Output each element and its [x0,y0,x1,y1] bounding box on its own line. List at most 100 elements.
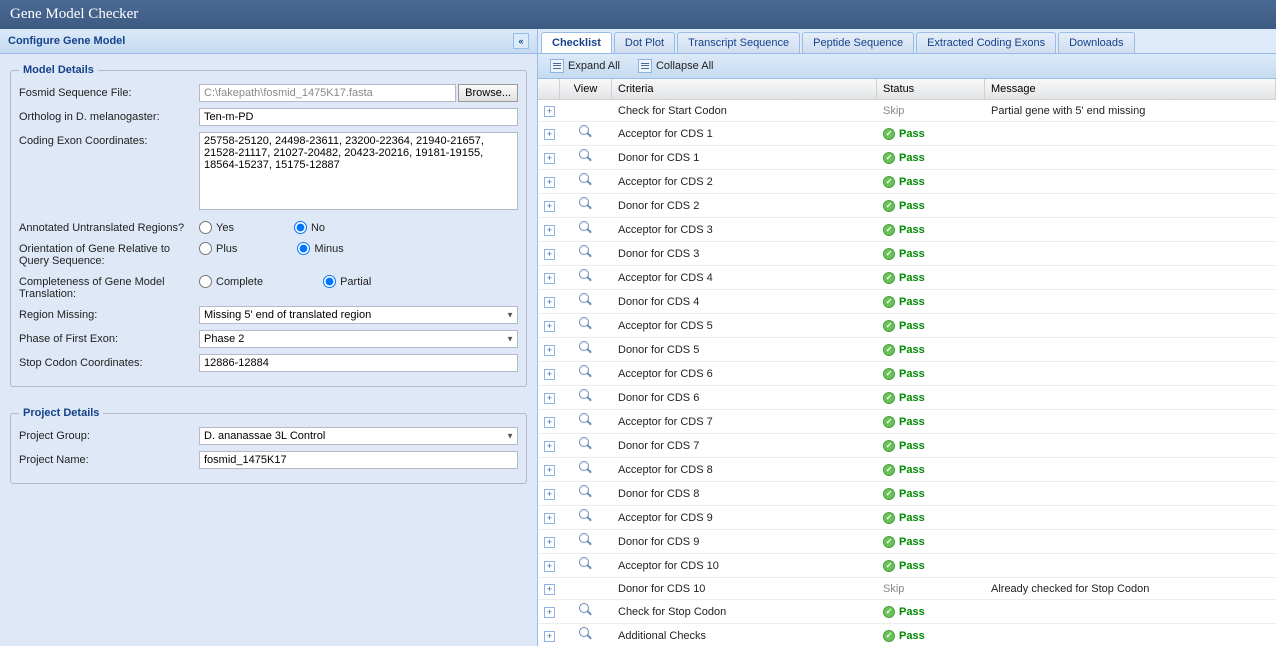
magnifier-icon[interactable] [579,461,593,475]
expand-row-icon[interactable]: + [544,561,555,572]
tab-extracted-coding-exons[interactable]: Extracted Coding Exons [916,32,1056,53]
collapse-all-button[interactable]: Collapse All [632,57,719,75]
criteria-cell: Acceptor for CDS 5 [612,317,877,335]
expand-row-icon[interactable]: + [544,513,555,524]
message-cell [985,467,1276,473]
checkmark-icon: ✓ [883,152,895,164]
magnifier-icon[interactable] [579,173,593,187]
projname-input[interactable] [199,451,518,469]
magnifier-icon[interactable] [579,197,593,211]
complete-complete-radio[interactable]: Complete [199,275,263,288]
tab-dot-plot[interactable]: Dot Plot [614,32,675,53]
tab-downloads[interactable]: Downloads [1058,32,1134,53]
magnifier-icon[interactable] [579,317,593,331]
magnifier-icon[interactable] [579,509,593,523]
checkmark-icon: ✓ [883,128,895,140]
expand-row-icon[interactable]: + [544,369,555,380]
status-cell: ✓Pass [877,149,985,167]
expand-row-icon[interactable]: + [544,441,555,452]
magnifier-icon[interactable] [579,269,593,283]
exon-textarea[interactable]: 25758-25120, 24498-23611, 23200-22364, 2… [199,132,518,210]
magnifier-icon[interactable] [579,389,593,403]
magnifier-icon[interactable] [579,533,593,547]
criteria-cell: Acceptor for CDS 1 [612,125,877,143]
criteria-cell: Check for Stop Codon [612,603,877,621]
expand-row-icon[interactable]: + [544,321,555,332]
grid-header-message[interactable]: Message [985,79,1276,99]
status-cell: ✓Pass [877,341,985,359]
phase-select[interactable]: Phase 2 [199,330,518,348]
magnifier-icon[interactable] [579,293,593,307]
magnifier-icon[interactable] [579,603,593,617]
magnifier-icon[interactable] [579,413,593,427]
expand-row-icon[interactable]: + [544,417,555,428]
magnifier-icon[interactable] [579,485,593,499]
table-row: +Acceptor for CDS 6✓Pass [538,362,1276,386]
status-cell: ✓Pass [877,533,985,551]
browse-button[interactable]: Browse... [458,84,518,102]
status-cell: ✓Pass [877,221,985,239]
projname-label: Project Name: [19,451,199,466]
magnifier-icon[interactable] [579,149,593,163]
magnifier-icon[interactable] [579,557,593,571]
fosmid-file-input[interactable] [199,84,456,102]
tabs-bar: ChecklistDot PlotTranscript SequencePept… [538,29,1276,54]
expand-row-icon[interactable]: + [544,631,555,642]
tab-transcript-sequence[interactable]: Transcript Sequence [677,32,800,53]
expand-row-icon[interactable]: + [544,177,555,188]
expand-row-icon[interactable]: + [544,345,555,356]
criteria-cell: Donor for CDS 10 [612,580,877,598]
expand-row-icon[interactable]: + [544,393,555,404]
group-select[interactable]: D. ananassae 3L Control [199,427,518,445]
expand-row-icon[interactable]: + [544,607,555,618]
expand-row-icon[interactable]: + [544,537,555,548]
model-details-fieldset: Model Details Fosmid Sequence File: Brow… [10,64,527,387]
complete-partial-radio[interactable]: Partial [323,275,371,288]
magnifier-icon[interactable] [579,341,593,355]
utr-yes-radio[interactable]: Yes [199,221,234,234]
criteria-cell: Donor for CDS 7 [612,437,877,455]
expand-row-icon[interactable]: + [544,489,555,500]
ortholog-input[interactable] [199,108,518,126]
expand-row-icon[interactable]: + [544,297,555,308]
criteria-cell: Donor for CDS 5 [612,341,877,359]
expand-row-icon[interactable]: + [544,201,555,212]
grid-header-criteria[interactable]: Criteria [612,79,877,99]
magnifier-icon[interactable] [579,627,593,641]
magnifier-icon[interactable] [579,221,593,235]
region-select[interactable]: Missing 5' end of translated region [199,306,518,324]
tab-checklist[interactable]: Checklist [541,32,612,53]
magnifier-icon[interactable] [579,125,593,139]
expand-row-icon[interactable]: + [544,249,555,260]
status-cell: ✓Pass [877,437,985,455]
tab-peptide-sequence[interactable]: Peptide Sequence [802,32,914,53]
expand-row-icon[interactable]: + [544,153,555,164]
expand-row-icon[interactable]: + [544,129,555,140]
expand-row-icon[interactable]: + [544,225,555,236]
magnifier-icon[interactable] [579,245,593,259]
expand-row-icon[interactable]: + [544,584,555,595]
collapse-left-button[interactable]: « [513,33,529,49]
magnifier-icon[interactable] [579,437,593,451]
message-cell [985,251,1276,257]
grid-header-view[interactable]: View [560,79,612,99]
expand-row-icon[interactable]: + [544,465,555,476]
message-cell [985,347,1276,353]
criteria-cell: Donor for CDS 2 [612,197,877,215]
checkmark-icon: ✓ [883,272,895,284]
utr-no-radio[interactable]: No [294,221,325,234]
expand-all-button[interactable]: Expand All [544,57,626,75]
checkmark-icon: ✓ [883,368,895,380]
message-cell [985,131,1276,137]
grid-header-status[interactable]: Status [877,79,985,99]
status-cell: ✓Pass [877,197,985,215]
magnifier-icon[interactable] [579,365,593,379]
orient-minus-radio[interactable]: Minus [297,242,343,255]
message-cell [985,633,1276,639]
expand-row-icon[interactable]: + [544,106,555,117]
table-row: + Donor for CDS 5✓Pass [538,338,1276,362]
status-cell: ✓Pass [877,365,985,383]
orient-plus-radio[interactable]: Plus [199,242,237,255]
stop-input[interactable] [199,354,518,372]
expand-row-icon[interactable]: + [544,273,555,284]
